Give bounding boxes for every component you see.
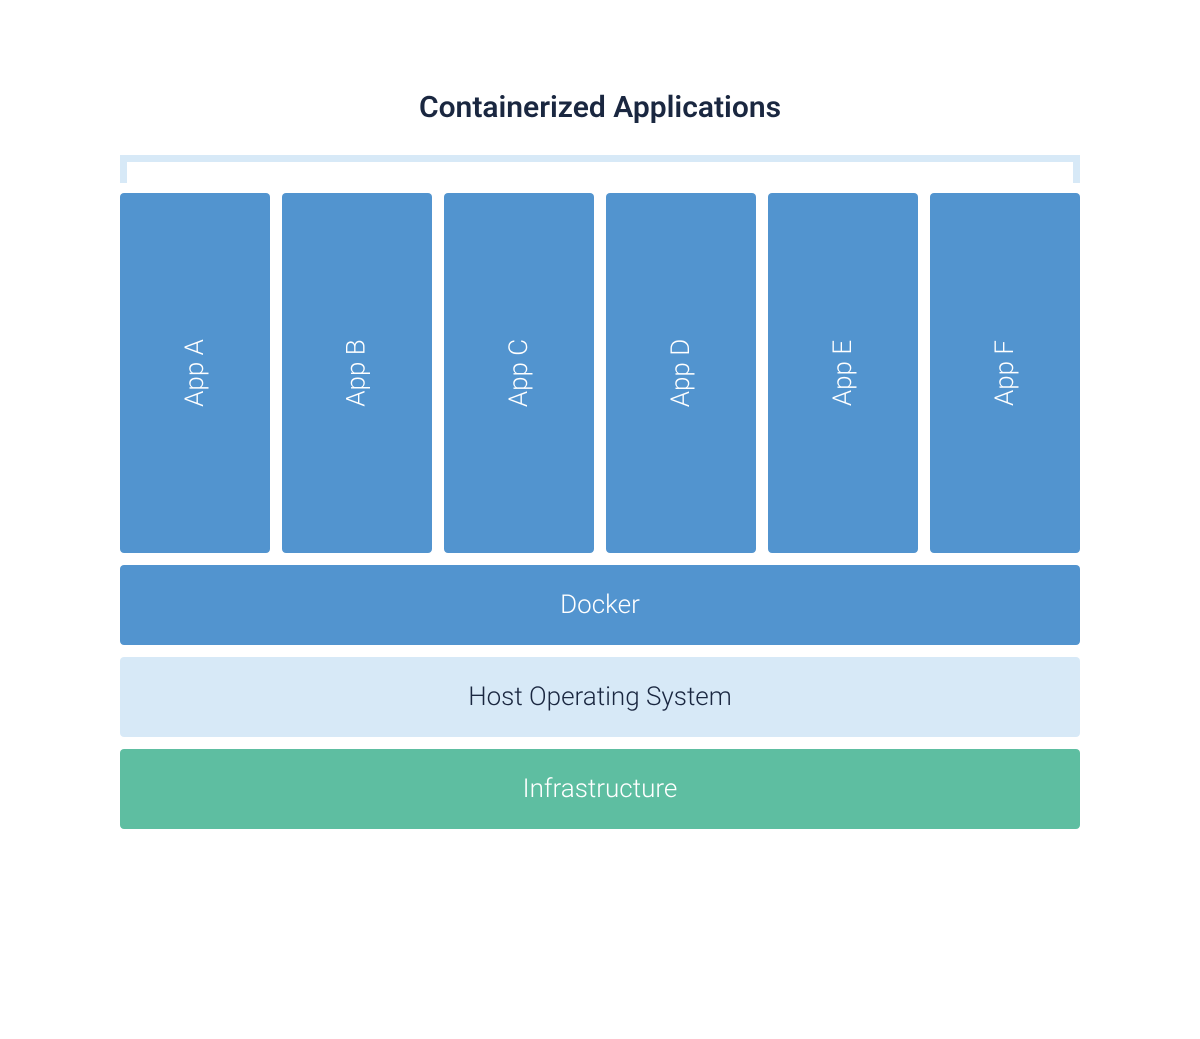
diagram-title: Containerized Applications [419, 90, 781, 125]
apps-row: App A App B App C App D App E App F [120, 193, 1080, 553]
infrastructure-layer: Infrastructure [120, 749, 1080, 829]
app-label: App A [180, 339, 210, 407]
docker-layer: Docker [120, 565, 1080, 645]
app-label: App F [990, 340, 1020, 406]
bracket-indicator [120, 155, 1080, 183]
app-box-a: App A [120, 193, 270, 553]
app-box-d: App D [606, 193, 756, 553]
app-label: App C [504, 339, 534, 407]
diagram-stack: App A App B App C App D App E App F Dock… [120, 155, 1080, 829]
host-os-layer: Host Operating System [120, 657, 1080, 737]
app-box-c: App C [444, 193, 594, 553]
app-box-b: App B [282, 193, 432, 553]
app-label: App E [828, 340, 858, 406]
app-box-e: App E [768, 193, 918, 553]
app-label: App D [666, 339, 696, 407]
app-label: App B [342, 339, 372, 406]
app-box-f: App F [930, 193, 1080, 553]
